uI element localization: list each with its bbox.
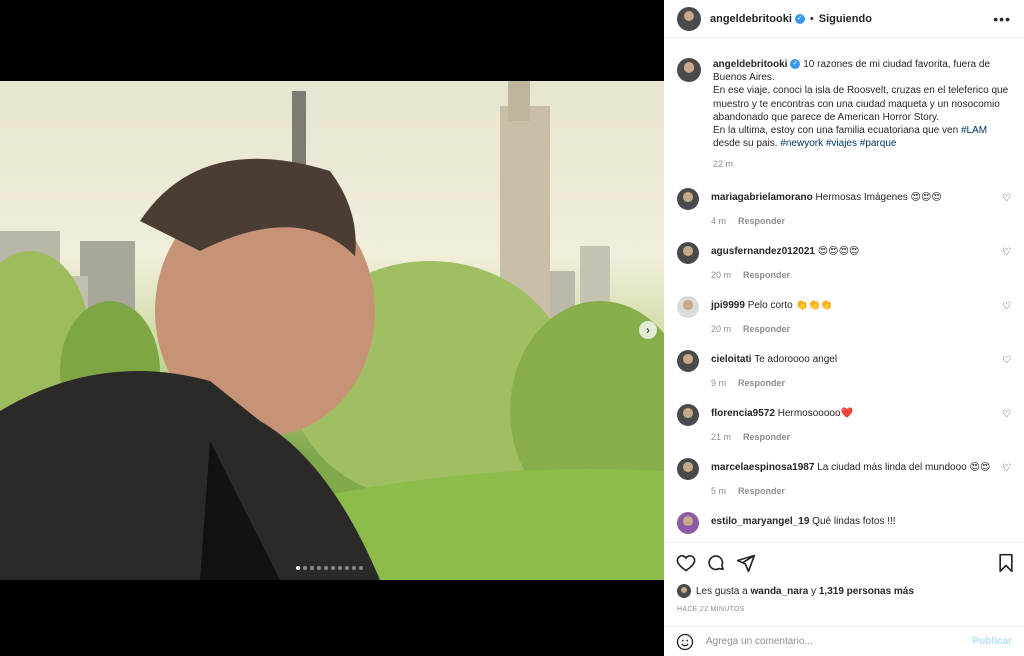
like-comment-icon[interactable]: ♡ xyxy=(1002,247,1011,258)
comment-text: Hermosooooo❤️ xyxy=(777,408,853,419)
caption-username[interactable]: angeldebritooki xyxy=(713,59,787,70)
carousel-dot xyxy=(359,566,363,570)
carousel-dot xyxy=(324,566,328,570)
carousel-dot xyxy=(317,566,321,570)
comment-text: Pelo corto 👏👏👏 xyxy=(747,300,833,311)
likes-summary: Les gusta a wanda_nara y 1,319 personas … xyxy=(677,584,914,598)
caption-hashtags[interactable]: #newyork #viajes #parque xyxy=(780,138,896,149)
comment-item: estilo_maryangel_19 Qué lindas fotos !!! xyxy=(677,512,1017,534)
commenter-avatar[interactable] xyxy=(677,242,699,264)
comment-icon[interactable] xyxy=(706,553,726,573)
following-button[interactable]: Siguiendo xyxy=(819,13,872,25)
carousel-dot xyxy=(345,566,349,570)
post-header: angeldebritooki ✓ • Siguiendo ••• xyxy=(664,0,1024,38)
comment-text: 😍😍😍😍 xyxy=(817,246,860,257)
reply-button[interactable]: Responder xyxy=(738,216,785,226)
reply-button[interactable]: Responder xyxy=(743,432,790,442)
carousel-dot xyxy=(352,566,356,570)
likes-count[interactable]: 1,319 personas más xyxy=(819,586,914,597)
comment-time: 9 m xyxy=(711,378,727,388)
add-comment-bar: Agrega un comentario... Publicar xyxy=(664,626,1024,656)
comment-item: florencia9572 Hermosooooo❤️ 21 m Responde… xyxy=(677,404,1017,442)
commenter-username[interactable]: agusfernandez012021 xyxy=(711,246,815,257)
carousel-dot xyxy=(303,566,307,570)
separator-bullet: • xyxy=(809,12,814,25)
carousel-dot xyxy=(296,566,300,570)
comment-time: 20 m xyxy=(711,270,732,280)
likes-mid: y xyxy=(811,585,817,597)
post-panel: angeldebritooki ✓ • Siguiendo ••• angeld… xyxy=(664,0,1024,656)
caption-line-3: En la ultima, estoy con una familia ecua… xyxy=(713,125,959,137)
commenter-avatar[interactable] xyxy=(677,188,699,210)
caption-line-3-end: desde su pais. xyxy=(713,138,778,150)
photo-illustration xyxy=(0,81,664,580)
comment-item: mariagabrielamorano Hermosas Imágenes 😍😍… xyxy=(677,188,1017,226)
comment-text: La ciudad más linda del mundooo 😍😍 xyxy=(817,462,991,473)
comment-time: 4 m xyxy=(711,216,727,226)
bookmark-icon[interactable] xyxy=(996,553,1016,573)
author-username[interactable]: angeldebritooki xyxy=(710,13,792,25)
comment-time: 20 m xyxy=(711,324,732,334)
like-comment-icon[interactable]: ♡ xyxy=(1002,409,1011,420)
carousel-indicator xyxy=(296,566,363,570)
reply-button[interactable]: Responder xyxy=(738,378,785,388)
publish-button[interactable]: Publicar xyxy=(973,636,1012,647)
post-caption: angeldebritooki ✓ 10 razones de mi ciudad… xyxy=(664,39,1024,172)
comment-item: marcelaespinosa1987 La ciudad más linda … xyxy=(677,458,1017,496)
comment-item: cieloitati Te adoroooo angel 9 m Responde… xyxy=(677,350,1017,388)
commenter-avatar[interactable] xyxy=(677,512,699,534)
media-area: › xyxy=(0,0,664,656)
likes-prefix: Les gusta a xyxy=(696,585,748,597)
more-options-icon[interactable]: ••• xyxy=(993,11,1011,27)
post-actions: Les gusta a wanda_nara y 1,319 personas … xyxy=(664,542,1024,613)
verified-icon: ✓ xyxy=(794,13,805,24)
like-comment-icon[interactable]: ♡ xyxy=(1002,193,1011,204)
comment-text: Hermosas Imágenes 😍😍😍 xyxy=(815,192,942,203)
next-photo-button[interactable]: › xyxy=(639,321,657,339)
comment-text: Te adoroooo angel xyxy=(754,354,838,365)
like-comment-icon[interactable]: ♡ xyxy=(1002,301,1011,312)
commenter-avatar[interactable] xyxy=(677,350,699,372)
liker-avatar[interactable] xyxy=(677,584,691,598)
liker-username[interactable]: wanda_nara xyxy=(751,586,809,597)
carousel-dot xyxy=(331,566,335,570)
reply-button[interactable]: Responder xyxy=(743,270,790,280)
commenter-username[interactable]: florencia9572 xyxy=(711,408,775,419)
commenter-avatar[interactable] xyxy=(677,458,699,480)
post-photo[interactable] xyxy=(0,81,664,580)
reply-button[interactable]: Responder xyxy=(743,324,790,334)
caption-line-2: En ese viaje, conoci la isla de Roosvelt… xyxy=(713,85,1009,123)
commenter-username[interactable]: estilo_maryangel_19 xyxy=(711,516,809,527)
like-comment-icon[interactable]: ♡ xyxy=(1002,463,1011,474)
hashtag-lam[interactable]: #LAM xyxy=(961,125,987,136)
commenter-avatar[interactable] xyxy=(677,296,699,318)
comment-time: 21 m xyxy=(711,432,732,442)
carousel-dot xyxy=(310,566,314,570)
commenter-avatar[interactable] xyxy=(677,404,699,426)
carousel-dot xyxy=(338,566,342,570)
post-time[interactable]: HACE 22 MINUTOS xyxy=(677,606,745,613)
comment-item: agusfernandez012021 😍😍😍😍 20 m Responder ♡ xyxy=(677,242,1017,280)
comments-list[interactable]: angeldebritooki ✓ 10 razones de mi ciudad… xyxy=(664,39,1024,542)
share-icon[interactable] xyxy=(736,553,756,573)
commenter-username[interactable]: jpi9999 xyxy=(711,300,745,311)
commenter-username[interactable]: marcelaespinosa1987 xyxy=(711,462,814,473)
verified-icon: ✓ xyxy=(790,59,801,70)
commenter-username[interactable]: cieloitati xyxy=(711,354,752,365)
like-heart-icon[interactable] xyxy=(676,553,696,573)
comment-time: 5 m xyxy=(711,486,727,496)
commenter-username[interactable]: mariagabrielamorano xyxy=(711,192,813,203)
emoji-icon[interactable] xyxy=(676,633,694,651)
like-comment-icon[interactable]: ♡ xyxy=(1002,355,1011,366)
caption-avatar[interactable] xyxy=(677,58,701,82)
caption-time: 22 m xyxy=(713,159,734,170)
reply-button[interactable]: Responder xyxy=(738,486,785,496)
comment-text: Qué lindas fotos !!! xyxy=(812,516,896,527)
comment-item: jpi9999 Pelo corto 👏👏👏 20 m Responder ♡ xyxy=(677,296,1017,334)
author-avatar[interactable] xyxy=(677,6,701,31)
comment-input[interactable]: Agrega un comentario... xyxy=(706,636,973,647)
